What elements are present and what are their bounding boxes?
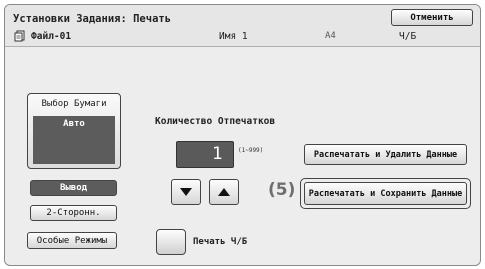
paper-select-value: Авто [33,116,115,164]
increase-copies-button[interactable] [209,179,239,205]
copies-count-display[interactable]: 1 [176,141,234,168]
cancel-button[interactable]: Отменить [391,9,473,26]
paper-select-label: Выбор Бумаги [41,99,107,109]
color-mode: Ч/Б [399,31,417,42]
file-icon [14,30,25,42]
print-and-save-button[interactable]: Распечатать и Сохранить Данные [300,178,471,209]
bw-print-label: Печать Ч/Б [193,237,248,247]
output-button[interactable]: Вывод [30,180,117,196]
file-name: Файл-01 [31,31,72,42]
bw-print-checkbox[interactable] [156,229,186,255]
paper-size: A4 [325,31,336,41]
job-name: Имя 1 [219,31,248,42]
copies-range: (1~999) [238,147,264,154]
copies-label: Количество Отпечатков [155,116,276,127]
duplex-button[interactable]: 2-Сторонн. [30,205,117,221]
step-callout: (5) [268,180,296,200]
paper-select-button[interactable]: Выбор Бумаги Авто [27,93,121,169]
dialog-header: Установки Задания: Печать Отменить Файл-… [5,5,480,47]
print-and-delete-button[interactable]: Распечатать и Удалить Данные [304,144,467,165]
special-modes-button[interactable]: Особые Режимы [27,232,117,249]
arrow-down-icon [180,188,192,196]
decrease-copies-button[interactable] [171,179,201,205]
dialog-title: Установки Задания: Печать [13,13,172,25]
arrow-up-icon [218,188,230,196]
